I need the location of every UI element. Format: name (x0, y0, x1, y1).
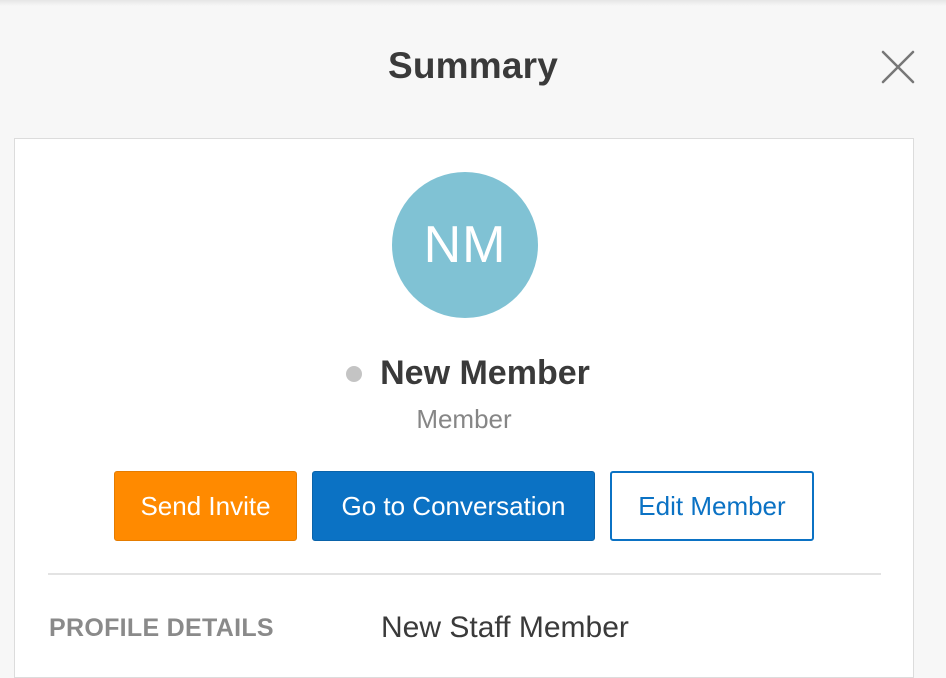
modal-header: Summary (0, 0, 946, 138)
go-to-conversation-button[interactable]: Go to Conversation (312, 471, 595, 541)
avatar: NM (392, 172, 538, 318)
close-button[interactable] (878, 47, 918, 87)
close-icon (881, 50, 915, 84)
divider (48, 573, 881, 575)
page-title: Summary (387, 45, 559, 86)
status-dot-icon (346, 365, 363, 382)
member-name-row: New Member (15, 354, 913, 393)
member-role: Member (416, 404, 512, 434)
member-name: New Member (380, 354, 590, 392)
profile-details-value: New Staff Member (381, 611, 629, 644)
profile-details-label: PROFILE DETAILS (49, 614, 274, 642)
edit-member-button[interactable]: Edit Member (610, 471, 814, 541)
avatar-initials: NM (423, 216, 507, 274)
send-invite-button[interactable]: Send Invite (114, 471, 297, 541)
member-summary-card: NM New Member Member Send Invite Go to C… (14, 138, 914, 678)
